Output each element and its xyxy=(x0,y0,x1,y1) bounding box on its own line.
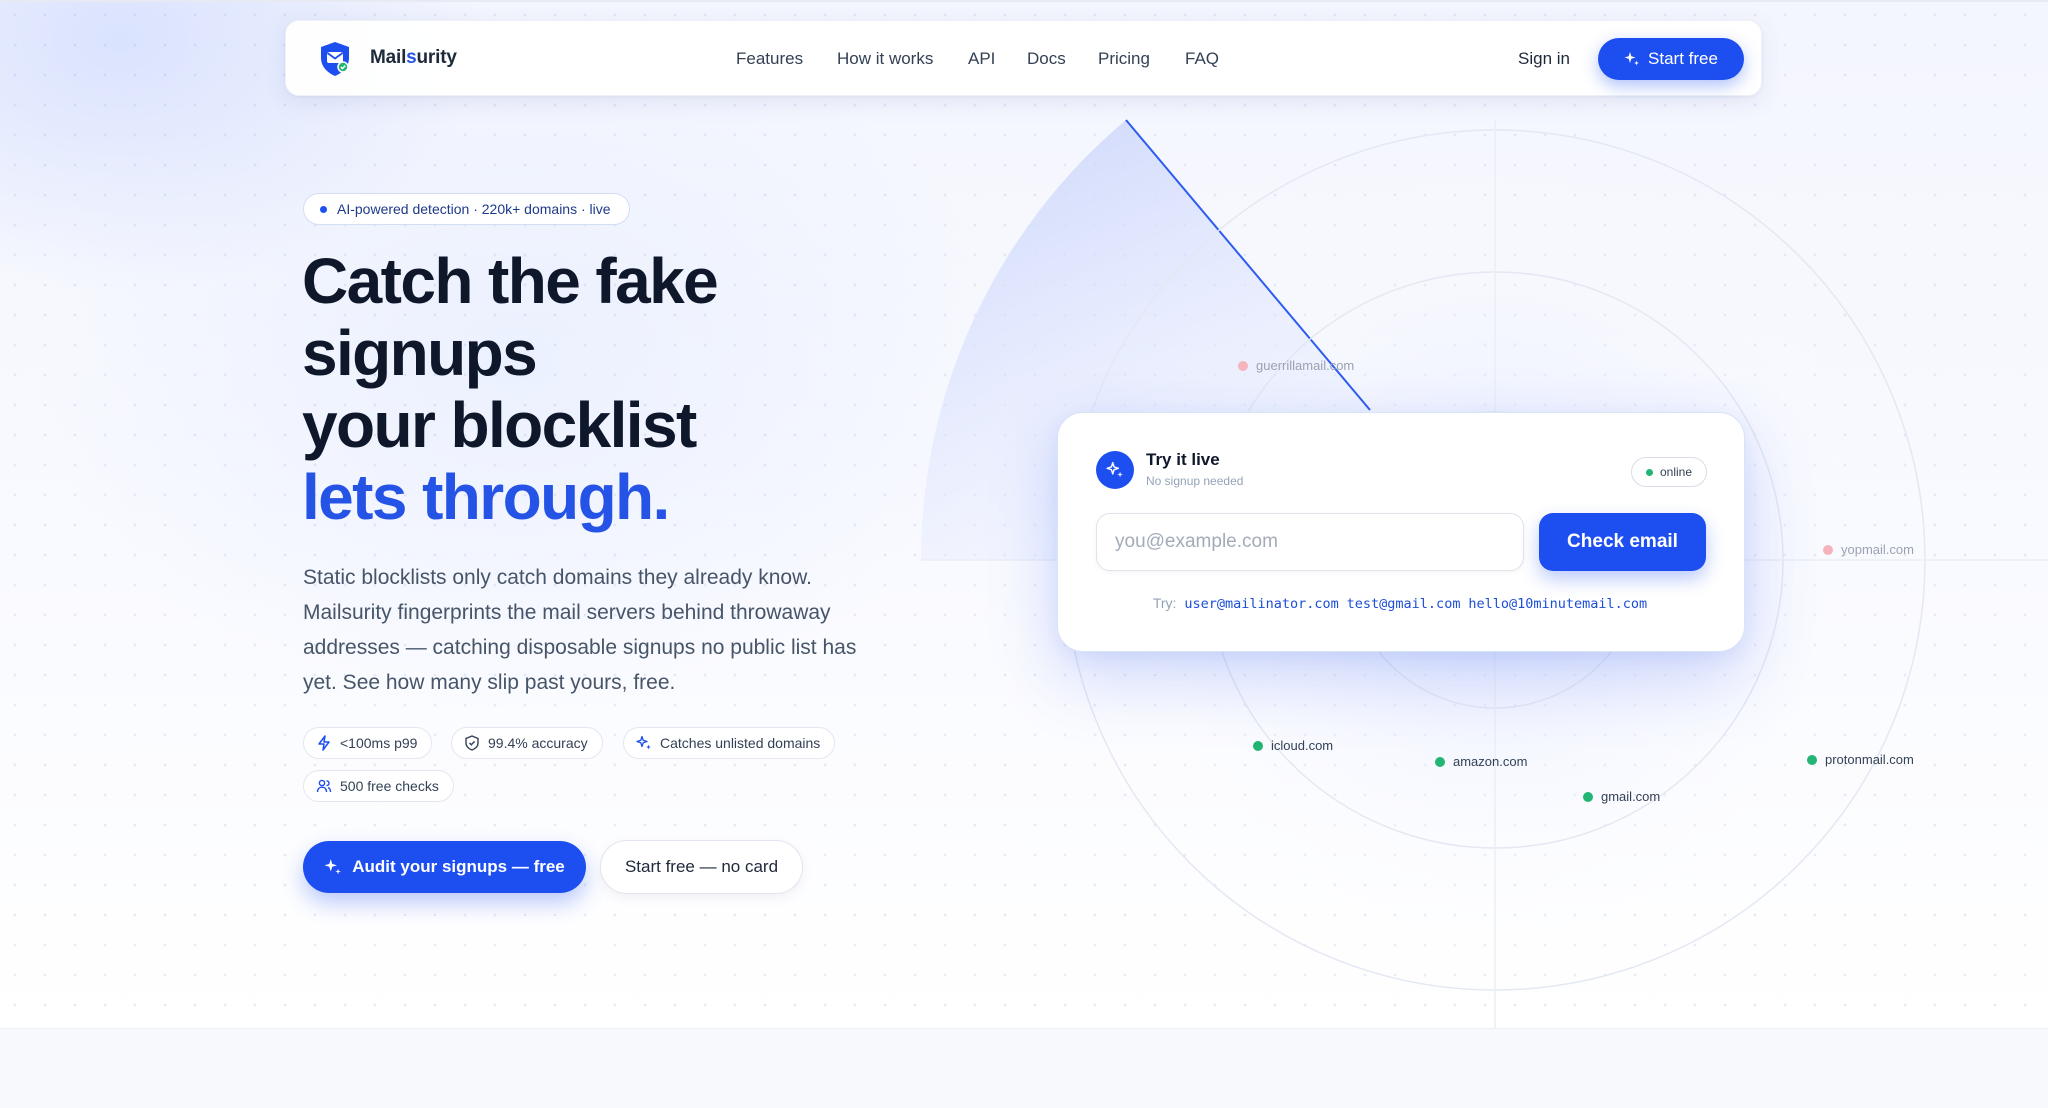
hero-title-line: your blocklist xyxy=(302,389,697,461)
audit-signups-label: Audit your signups — free xyxy=(352,857,565,876)
try-it-live-card: Try it live No signup needed online Chec… xyxy=(1057,412,1745,652)
brand-suffix: urity xyxy=(416,47,457,68)
trusted-dot xyxy=(1435,756,1445,767)
next-section-edge xyxy=(0,1028,2048,1108)
nav-link-pricing[interactable]: Pricing xyxy=(1098,49,1150,69)
radar-domain-trusted: gmail.com xyxy=(1583,789,1660,804)
example-email-link[interactable]: user@mailinator.com xyxy=(1184,596,1338,612)
nav-link-docs[interactable]: Docs xyxy=(1027,49,1066,69)
pill-label: Catches unlisted domains xyxy=(660,735,821,751)
brand-accent: s xyxy=(406,47,417,68)
top-border xyxy=(0,0,2048,2)
pill-label: 500 free checks xyxy=(340,778,439,794)
shield-logo-icon[interactable] xyxy=(319,41,351,77)
feature-pill-latency: <100ms p99 xyxy=(303,727,433,759)
live-dot-icon xyxy=(320,205,327,213)
sign-in-link[interactable]: Sign in xyxy=(1518,49,1570,69)
users-icon xyxy=(316,779,332,793)
bolt-icon xyxy=(318,735,330,751)
nav-link-features[interactable]: Features xyxy=(736,49,803,69)
try-card-subtitle: No signup needed xyxy=(1146,474,1244,488)
trusted-dot xyxy=(1807,754,1817,765)
check-email-button[interactable]: Check email xyxy=(1539,513,1706,571)
example-email-link[interactable]: hello@10minutemail.com xyxy=(1468,596,1647,612)
example-emails: Try: user@mailinator.com test@gmail.com … xyxy=(1058,595,1746,612)
pill-label: 99.4% accuracy xyxy=(488,735,588,751)
brand-name[interactable]: Mailsurity xyxy=(370,47,457,69)
radar-domain-trusted: protonmail.com xyxy=(1807,752,1914,767)
hero-title-highlight: lets through. xyxy=(302,461,670,533)
disposable-dot xyxy=(1823,544,1833,555)
radar-domain-trusted: icloud.com xyxy=(1253,738,1333,753)
domain-label: amazon.com xyxy=(1453,754,1528,769)
domain-label: gmail.com xyxy=(1601,789,1661,804)
feature-pill-unlisted: Catches unlisted domains xyxy=(623,727,836,759)
domain-label: yopmail.com xyxy=(1841,542,1914,557)
examples-label: Try: xyxy=(1152,595,1177,611)
feature-pill-accuracy: 99.4% accuracy xyxy=(451,727,603,759)
audit-signups-button[interactable]: Audit your signups — free xyxy=(303,841,586,893)
top-navbar: Mailsurity Features How it works API Doc… xyxy=(285,20,1762,96)
hero-badge: AI-powered detection · 220k+ domains · l… xyxy=(303,193,630,225)
try-card-title: Try it live xyxy=(1146,450,1220,469)
status-badge: online xyxy=(1631,457,1707,487)
nav-link-api[interactable]: API xyxy=(968,49,995,69)
domain-label: icloud.com xyxy=(1271,738,1334,753)
status-badge-label: online xyxy=(1659,465,1693,479)
disposable-dot xyxy=(1238,360,1248,371)
trusted-dot xyxy=(1583,791,1593,802)
radar-domain-disposable: guerrillamail.com xyxy=(1238,358,1354,373)
hero-title: Catch the fake signups your blocklist le… xyxy=(302,245,922,533)
start-free-no-card-button[interactable]: Start free — no card xyxy=(600,840,803,894)
email-input[interactable] xyxy=(1096,513,1524,571)
feature-pill-free-checks: 500 free checks xyxy=(303,770,454,802)
example-email-link[interactable]: test@gmail.com xyxy=(1347,596,1461,612)
shield-check-icon xyxy=(465,735,479,751)
nav-link-how-it-works[interactable]: How it works xyxy=(837,49,933,69)
radar-domain-trusted: amazon.com xyxy=(1435,754,1527,769)
domain-label: protonmail.com xyxy=(1825,752,1914,767)
start-free-button[interactable]: Start free xyxy=(1598,38,1744,80)
domain-label: guerrillamail.com xyxy=(1256,358,1355,373)
brand-prefix: Mail xyxy=(370,47,407,68)
hero-title-line: signups xyxy=(302,317,538,389)
hero-badge-text: AI-powered detection · 220k+ domains · l… xyxy=(337,201,611,217)
sparkle-icon xyxy=(324,859,342,875)
nav-link-faq[interactable]: FAQ xyxy=(1185,49,1219,69)
sparkle-icon xyxy=(1624,52,1640,66)
radar-domain-disposable: yopmail.com xyxy=(1823,542,1914,557)
pill-label: <100ms p99 xyxy=(340,735,418,751)
online-dot-icon xyxy=(1645,468,1653,476)
start-free-label: Start free xyxy=(1648,49,1718,68)
hero-title-line: Catch the fake xyxy=(302,245,719,317)
sparkle-icon xyxy=(1096,451,1134,489)
sparkle-glyph-icon xyxy=(1106,461,1123,478)
sparkle-icon xyxy=(636,735,651,750)
hero-description: Static blocklists only catch domains the… xyxy=(303,566,857,694)
trusted-dot xyxy=(1253,740,1263,751)
